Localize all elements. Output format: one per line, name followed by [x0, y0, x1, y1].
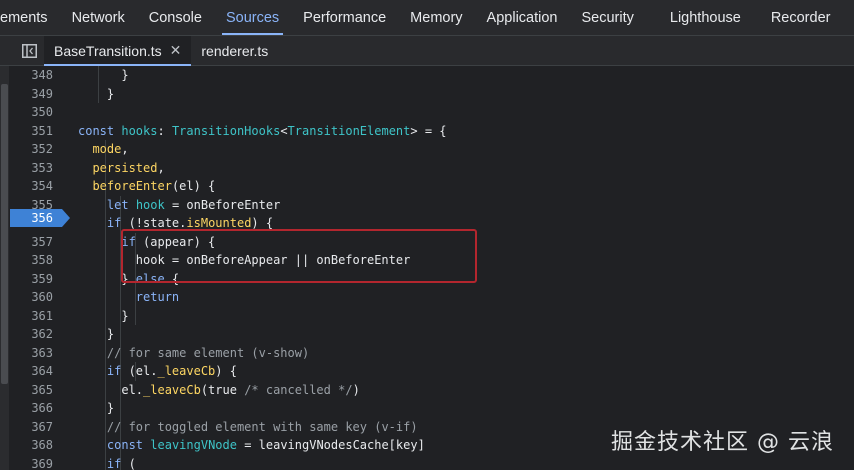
line-number[interactable]: 362 [13, 325, 53, 344]
code-line: if ( [106, 456, 136, 470]
line-number[interactable]: 359 [13, 270, 53, 289]
code-line: // for same element (v-show) [106, 345, 310, 360]
tab-elements[interactable]: ements [0, 0, 60, 35]
tab-performance[interactable]: Performance [291, 0, 398, 35]
code-line: } [78, 86, 115, 101]
line-number[interactable]: 357 [13, 233, 53, 252]
line-number[interactable]: 351 [13, 122, 53, 141]
tab-console[interactable]: Console [137, 0, 214, 35]
code-line: el._leaveCb(true /* cancelled */) [78, 382, 360, 397]
tab-recorder[interactable]: Recorder [753, 0, 843, 35]
editor-scrollbar[interactable] [0, 66, 9, 470]
line-number[interactable]: 360 [13, 288, 53, 307]
code-line: } [78, 68, 129, 82]
tab-application[interactable]: Application [475, 0, 570, 35]
tab-security[interactable]: Security [569, 0, 645, 35]
line-number[interactable]: 353 [13, 159, 53, 178]
code-line: // for toggled element with same key (v-… [106, 419, 418, 434]
tab-network[interactable]: Network [60, 0, 137, 35]
code-line: persisted, [92, 160, 165, 175]
tab-lighthouse[interactable]: Lighthouse [646, 0, 753, 35]
toggle-navigator-button[interactable] [14, 36, 44, 65]
line-number[interactable]: 365 [13, 381, 53, 400]
devtools-panel-tabs: ements Network Console Sources Performan… [0, 0, 854, 36]
line-number[interactable]: 366 [13, 399, 53, 418]
sidebar-panel-icon [21, 43, 37, 58]
file-tab-bar: BaseTransition.ts ✕ renderer.ts [0, 36, 854, 66]
code-line: return [135, 290, 180, 304]
line-number[interactable]: 349 [13, 85, 53, 104]
file-tab-renderer[interactable]: renderer.ts [191, 36, 278, 65]
code-line: const leavingVNode = leavingVNodesCache[… [106, 438, 425, 452]
scrollbar-thumb[interactable] [1, 84, 8, 384]
line-number[interactable]: 367 [13, 418, 53, 437]
file-tab-label: renderer.ts [201, 42, 269, 59]
code-line: beforeEnter(el) { [92, 179, 216, 193]
tab-sources[interactable]: Sources [214, 0, 291, 35]
code-line: } [78, 327, 115, 341]
code-line: const hooks: TransitionHooks<TransitionE… [78, 123, 447, 138]
line-number[interactable]: 369 [13, 455, 53, 470]
line-number[interactable]: 354 [13, 177, 53, 196]
code-editor[interactable]: 348 349 350 351 352 353 354 355 356 357 … [0, 66, 854, 470]
line-number[interactable]: 352 [13, 140, 53, 159]
code-line: if (el._leaveCb) { [106, 364, 237, 378]
code-line: let hook = onBeforeEnter [106, 197, 281, 212]
watermark: 掘金技术社区 @ 云浪 [611, 430, 834, 455]
line-number[interactable]: 368 [13, 436, 53, 455]
line-number[interactable]: 358 [13, 251, 53, 270]
file-tab-basetransition[interactable]: BaseTransition.ts ✕ [44, 36, 192, 66]
highlight-annotation-box [121, 229, 477, 283]
line-number-gutter[interactable]: 348 349 350 351 352 353 354 355 356 357 … [10, 66, 70, 470]
line-number[interactable]: 361 [13, 307, 53, 326]
code-line: } [78, 308, 129, 323]
line-number[interactable]: 348 [13, 66, 53, 85]
line-number[interactable]: 363 [13, 344, 53, 363]
file-tab-label: BaseTransition.ts [54, 42, 162, 59]
code-line: mode, [92, 142, 129, 156]
line-number-breakpoint[interactable]: 356 [13, 209, 53, 228]
line-number[interactable]: 364 [13, 362, 53, 381]
tab-memory[interactable]: Memory [398, 0, 474, 35]
line-number[interactable]: 350 [13, 103, 53, 122]
close-icon[interactable]: ✕ [170, 42, 182, 59]
code-line: } [78, 401, 115, 415]
